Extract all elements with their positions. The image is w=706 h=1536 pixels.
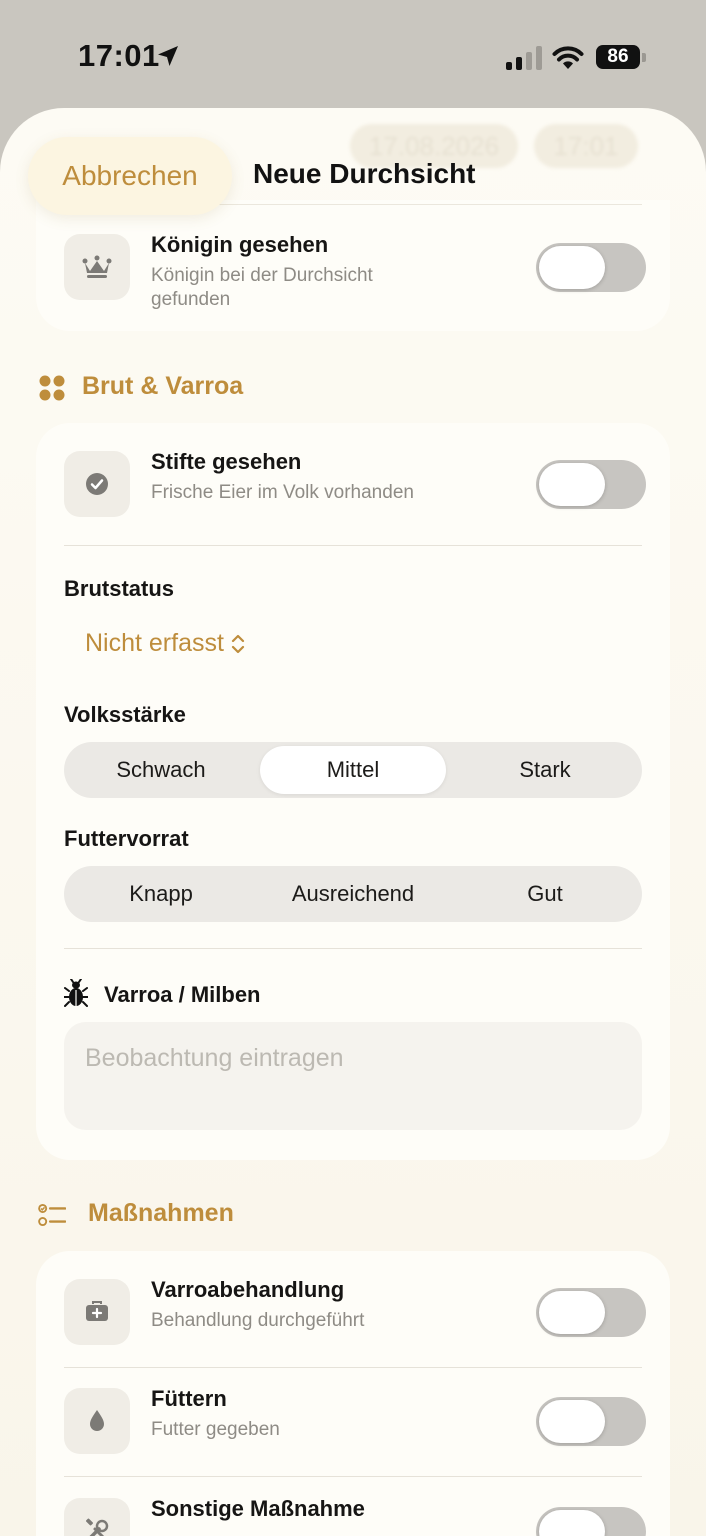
other-action-title: Sonstige Maßnahme [151,1496,365,1521]
toggle-knob [539,246,605,289]
toggle-knob [539,463,605,506]
drop-icon [90,1410,104,1431]
treatment-subtitle: Behandlung durchgeführt [151,1310,365,1331]
divider [64,1367,642,1368]
divider [64,948,642,949]
inspection-sheet: 17.08.2026 17:01 Königin gesehen Königin… [0,108,706,1536]
treatment-icon-box [64,1279,130,1345]
crown-icon [82,255,112,278]
feeding-icon-box [64,1388,130,1454]
other-icon-box [64,1498,130,1536]
location-arrow-icon [158,46,178,66]
chevron-up-down-icon [231,635,245,654]
toggle-knob [539,1510,605,1536]
eggs-toggle[interactable] [536,460,646,509]
queen-toggle[interactable] [536,243,646,292]
cancel-button[interactable]: Abbrechen [28,137,232,215]
queen-subtitle: Königin bei der Durchsicht gefunden [151,265,373,310]
eggs-icon-box [64,451,130,517]
strength-option-schwach[interactable]: Schwach [68,746,254,794]
feeding-toggle[interactable] [536,1397,646,1446]
varroa-observation-input[interactable]: Beobachtung eintragen [64,1022,642,1130]
toggle-knob [539,1291,605,1334]
battery-indicator: 86 [596,45,646,69]
eggs-subtitle: Frische Eier im Volk vorhanden [151,482,414,503]
bug-icon [64,979,88,1007]
treatment-title: Varroabehandlung [151,1277,345,1302]
queen-icon-box [64,234,130,300]
checkmark-circle-icon [86,473,108,495]
varroa-treatment-row: Varroabehandlung Behandlung durchgeführt [36,1267,670,1357]
time-field: 17:01 [534,124,638,168]
status-time: 17:01 [78,38,160,73]
food-option-ausreichend[interactable]: Ausreichend [260,870,446,918]
actions-card: Varroabehandlung Behandlung durchgeführt… [36,1251,670,1536]
wifi-icon [552,46,584,69]
strength-label: Volksstärke [64,702,186,727]
food-option-knapp[interactable]: Knapp [68,870,254,918]
feeding-title: Füttern [151,1386,227,1411]
feeding-subtitle: Futter gegeben [151,1419,280,1440]
battery-level: 86 [607,46,629,67]
treatment-toggle[interactable] [536,1288,646,1337]
sheet-title: Neue Durchsicht [253,158,476,189]
strength-option-stark[interactable]: Stark [452,746,638,794]
queen-title: Königin gesehen [151,232,329,257]
strength-option-mittel[interactable]: Mittel [260,746,446,794]
checklist-icon [38,1203,66,1227]
tools-icon [86,1518,109,1536]
feeding-row: Füttern Futter gegeben [36,1376,670,1466]
status-bar: 17:01 86 [0,0,706,110]
brood-status-picker[interactable]: Nicht erfasst [85,629,246,658]
toggle-knob [539,1400,605,1443]
brood-status-label: Brutstatus [64,576,175,601]
brut-card: Stifte gesehen Frische Eier im Volk vorh… [36,423,670,1160]
food-segmented-control: Knapp Ausreichend Gut [64,866,642,922]
food-option-gut[interactable]: Gut [452,870,638,918]
strength-segmented-control: Schwach Mittel Stark [64,742,642,798]
brut-section-title: Brut & Varroa [82,372,244,400]
medkit-icon [86,1301,108,1321]
brood-status-value: Nicht erfasst [85,629,224,657]
battery-cap [642,53,646,62]
other-action-row: Sonstige Maßnahme [36,1486,670,1536]
actions-section-title: Maßnahmen [88,1199,234,1227]
food-label: Futtervorrat [64,826,189,851]
grid-dots-icon [39,375,65,401]
queen-card: Königin gesehen Königin bei der Durchsic… [36,200,670,331]
divider [64,1476,642,1477]
divider [64,545,642,546]
eggs-row: Stifte gesehen Frische Eier im Volk vorh… [36,439,670,529]
eggs-title: Stifte gesehen [151,449,302,474]
queen-row: Königin gesehen Königin bei der Durchsic… [36,222,670,312]
cellular-signal-icon [506,46,542,70]
other-action-toggle[interactable] [536,1507,646,1536]
varroa-title: Varroa / Milben [104,982,261,1007]
